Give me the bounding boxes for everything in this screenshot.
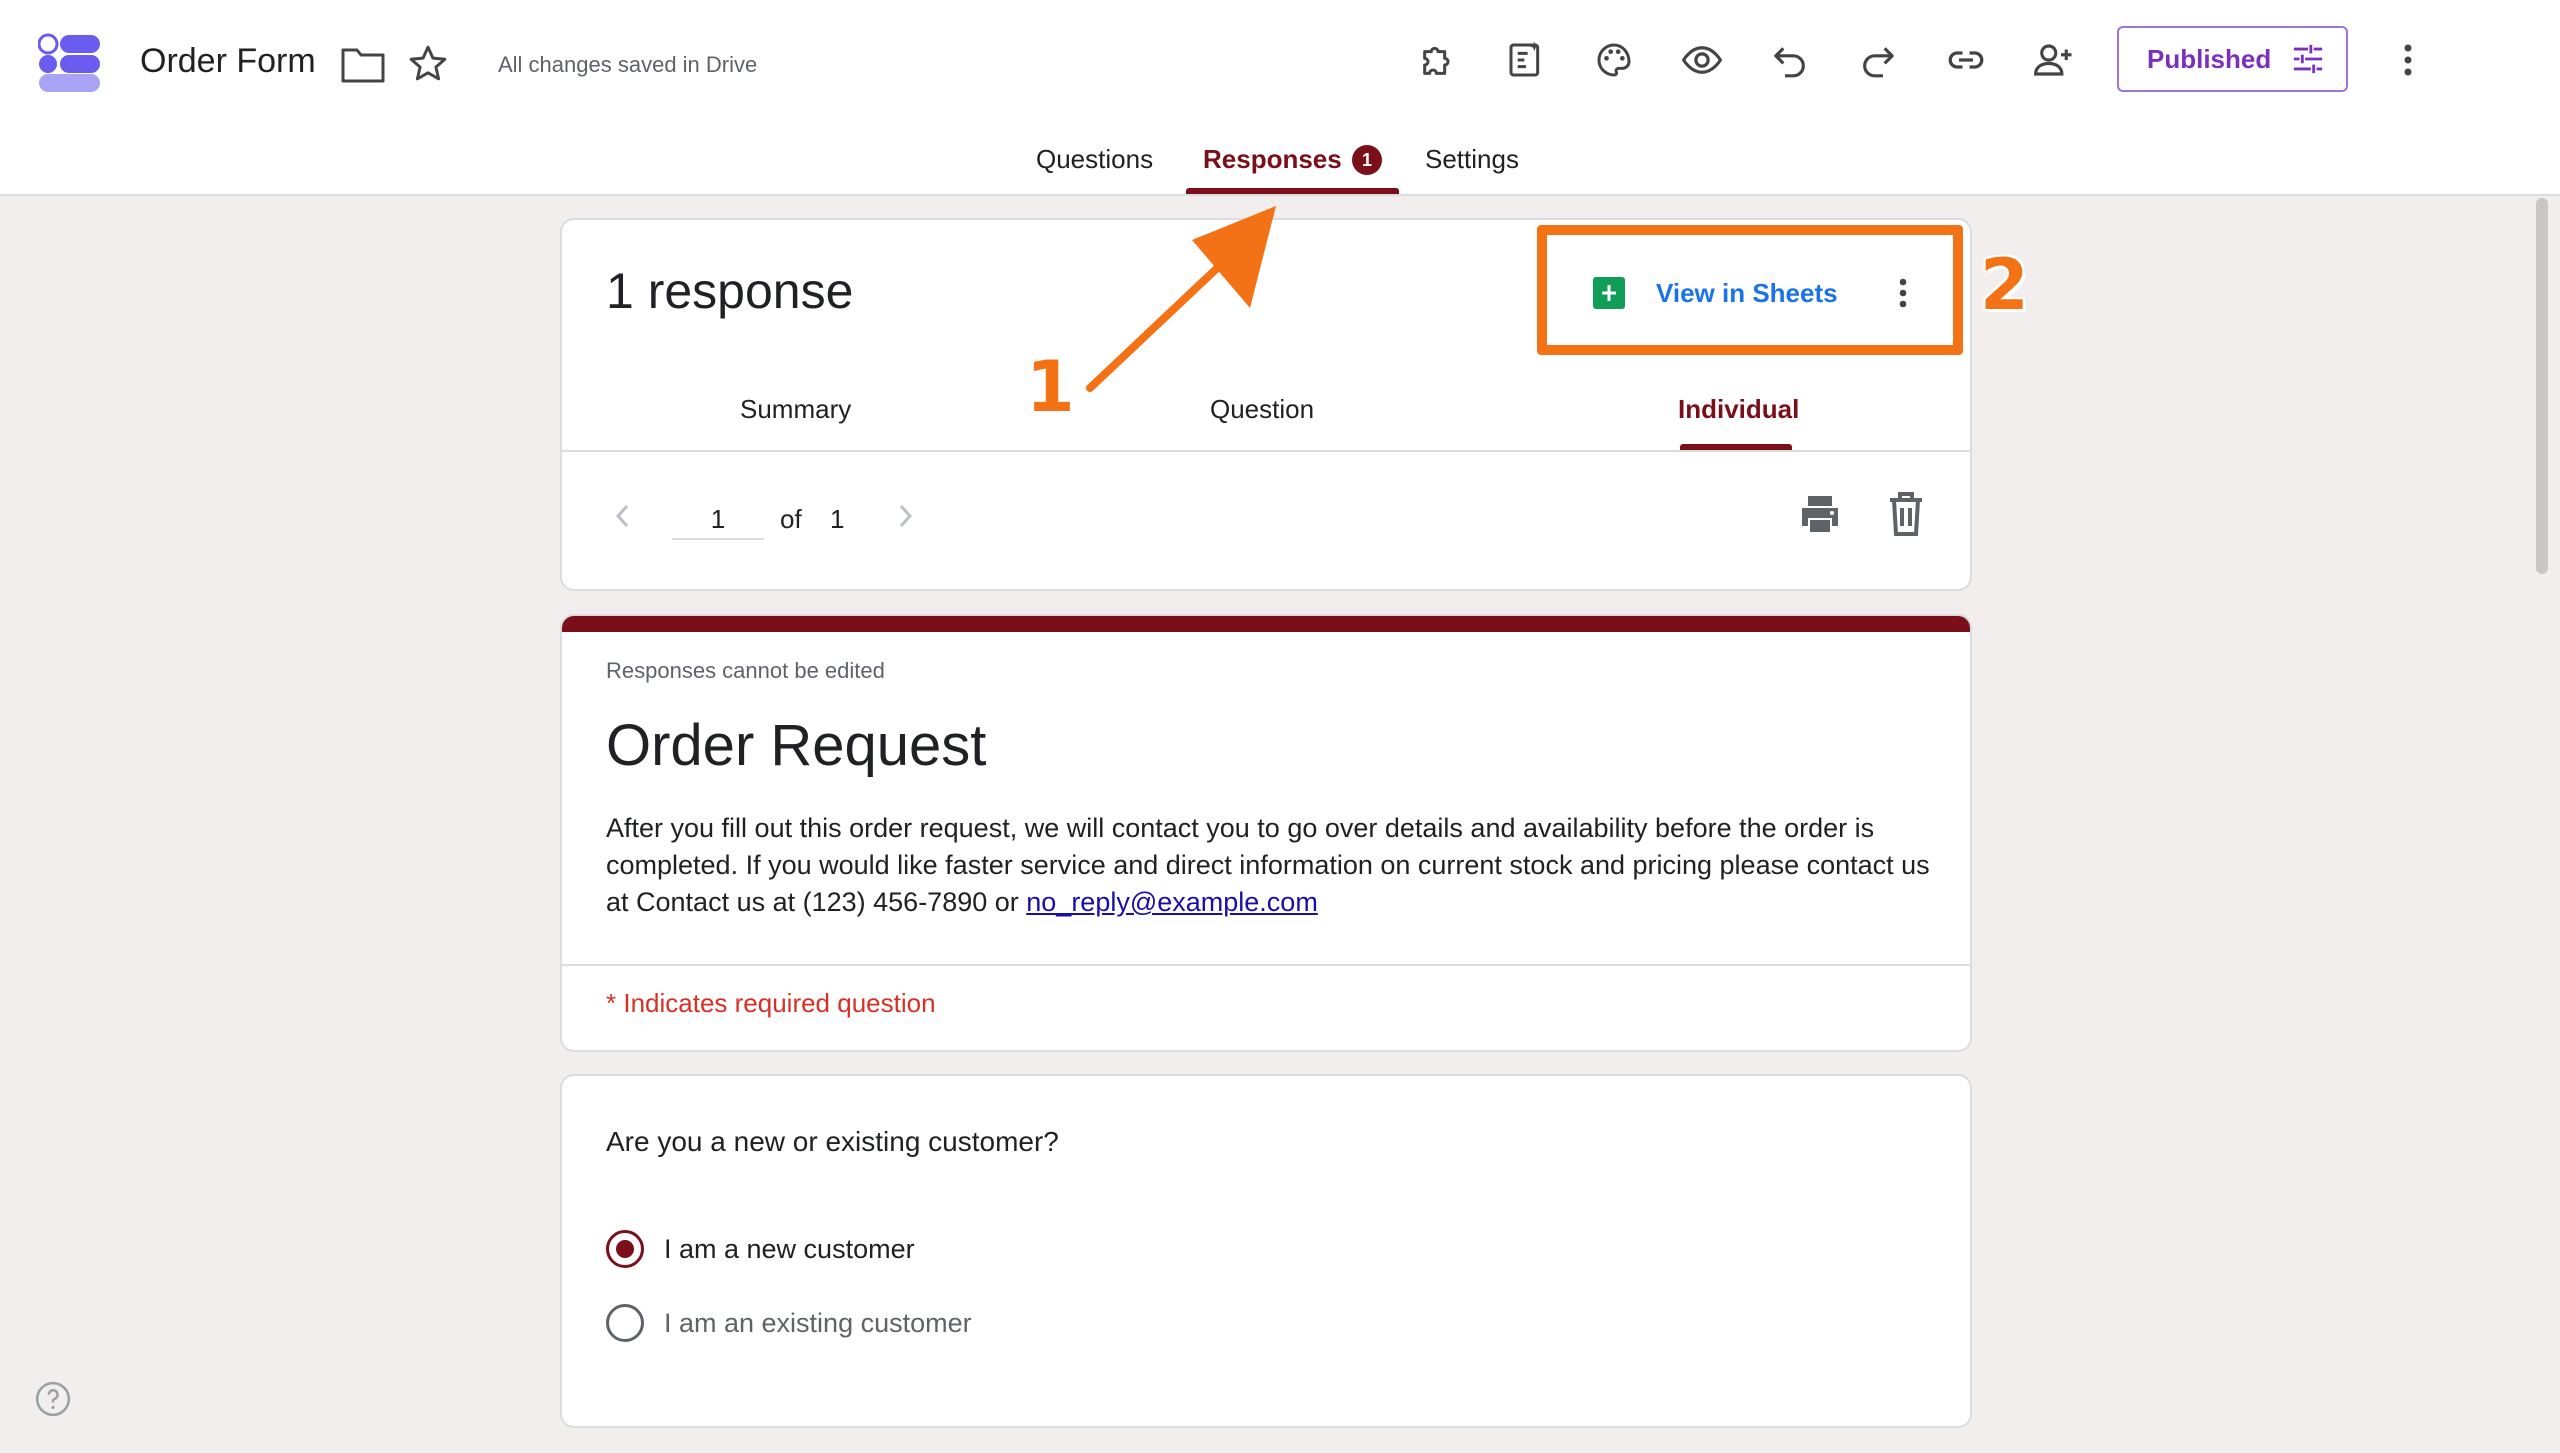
- form-title[interactable]: Order Form: [140, 42, 316, 81]
- question-card: Are you a new or existing customer? I am…: [560, 1074, 1972, 1428]
- pager-of-label: of: [780, 504, 802, 534]
- preview-icon[interactable]: [1678, 36, 1726, 84]
- tab-settings[interactable]: Settings: [1425, 144, 1519, 175]
- chevron-right-icon[interactable]: [890, 498, 920, 534]
- divider: [562, 450, 1970, 452]
- customize-theme-icon[interactable]: [1502, 36, 1550, 84]
- pager-total: 1: [830, 504, 845, 534]
- form-description: After you fill out this order request, w…: [606, 810, 1936, 921]
- form-heading: Order Request: [606, 713, 987, 778]
- arrow-icon: [1080, 196, 1300, 396]
- option-label: I am a new customer: [664, 1233, 915, 1264]
- response-index-input[interactable]: 1: [672, 496, 764, 540]
- tab-responses[interactable]: Responses: [1203, 144, 1342, 175]
- add-collaborator-icon[interactable]: [2030, 36, 2078, 84]
- subtab-individual[interactable]: Individual: [1678, 394, 1799, 425]
- add-ons-icon[interactable]: [1414, 36, 1462, 84]
- forms-logo-icon[interactable]: [38, 32, 102, 94]
- save-status: All changes saved in Drive: [498, 52, 758, 77]
- step-1-label: 1: [1026, 346, 1075, 428]
- redo-icon[interactable]: [1854, 36, 1902, 84]
- view-sheets-highlight: [1537, 225, 1963, 355]
- help-icon[interactable]: [34, 1380, 72, 1418]
- question-title: Are you a new or existing customer?: [606, 1126, 1059, 1157]
- scrollbar[interactable]: [2536, 198, 2548, 574]
- form-header-card: Responses cannot be edited Order Request…: [560, 614, 1972, 1052]
- chevron-left-icon[interactable]: [608, 498, 638, 534]
- subtab-summary[interactable]: Summary: [740, 394, 851, 425]
- folder-icon[interactable]: [340, 44, 386, 84]
- divider: [562, 964, 1970, 966]
- radio-checked-icon[interactable]: [606, 1230, 644, 1268]
- form-accent-bar: [562, 616, 1970, 632]
- response-count: 1 response: [606, 263, 854, 319]
- contact-email-link[interactable]: no_reply@example.com: [1026, 887, 1318, 917]
- subtab-question[interactable]: Question: [1210, 394, 1314, 425]
- responses-count-badge: 1: [1352, 145, 1382, 175]
- radio-option-new[interactable]: I am a new customer: [606, 1230, 915, 1268]
- tab-questions[interactable]: Questions: [1036, 144, 1153, 175]
- undo-icon[interactable]: [1766, 36, 1814, 84]
- print-icon[interactable]: [1796, 490, 1844, 538]
- responses-notice: Responses cannot be edited: [606, 658, 885, 683]
- tune-icon: [2291, 43, 2325, 75]
- radio-unchecked-icon[interactable]: [606, 1304, 644, 1342]
- step-2-label: 2: [1980, 244, 2029, 326]
- star-icon[interactable]: [406, 42, 450, 86]
- more-vert-icon[interactable]: [2386, 36, 2430, 84]
- palette-icon[interactable]: [1590, 36, 1638, 84]
- option-label: I am an existing customer: [664, 1307, 972, 1338]
- published-label: Published: [2147, 43, 2272, 74]
- top-bar: Order Form All changes saved in Drive Pu…: [0, 0, 2560, 196]
- required-note: * Indicates required question: [606, 988, 936, 1018]
- delete-icon[interactable]: [1884, 490, 1928, 538]
- radio-option-existing[interactable]: I am an existing customer: [606, 1304, 972, 1342]
- link-icon[interactable]: [1942, 36, 1990, 84]
- active-tab-indicator: [1186, 188, 1399, 194]
- published-button[interactable]: Published: [2117, 26, 2348, 92]
